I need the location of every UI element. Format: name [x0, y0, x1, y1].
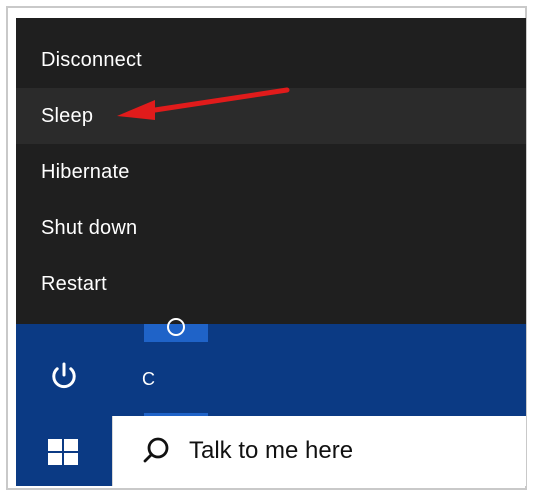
menu-item-disconnect[interactable]: Disconnect — [16, 32, 526, 88]
menu-item-shut-down[interactable]: Shut down — [16, 200, 526, 256]
app-list-letter: C — [142, 369, 155, 389]
windows-logo-icon[interactable] — [46, 437, 80, 467]
menu-item-restart[interactable]: Restart — [16, 256, 526, 312]
power-icon[interactable] — [48, 360, 80, 392]
search-icon — [143, 437, 169, 463]
menu-item-hibernate[interactable]: Hibernate — [16, 144, 526, 200]
menu-item-label: Hibernate — [41, 160, 130, 183]
taskbar-search-box[interactable]: Talk to me here — [112, 416, 526, 486]
menu-item-label: Restart — [41, 272, 107, 295]
search-placeholder-text: Talk to me here — [189, 437, 354, 464]
tile-ring-icon — [167, 318, 185, 336]
menu-item-label: Disconnect — [41, 48, 142, 71]
menu-item-label: Sleep — [41, 104, 94, 127]
power-options-menu: Disconnect Sleep Hibernate Shut down Res… — [16, 18, 526, 324]
menu-item-label: Shut down — [41, 216, 138, 239]
screenshot-frame: Disconnect Sleep Hibernate Shut down Res… — [0, 0, 533, 496]
menu-item-sleep[interactable]: Sleep — [16, 88, 526, 144]
